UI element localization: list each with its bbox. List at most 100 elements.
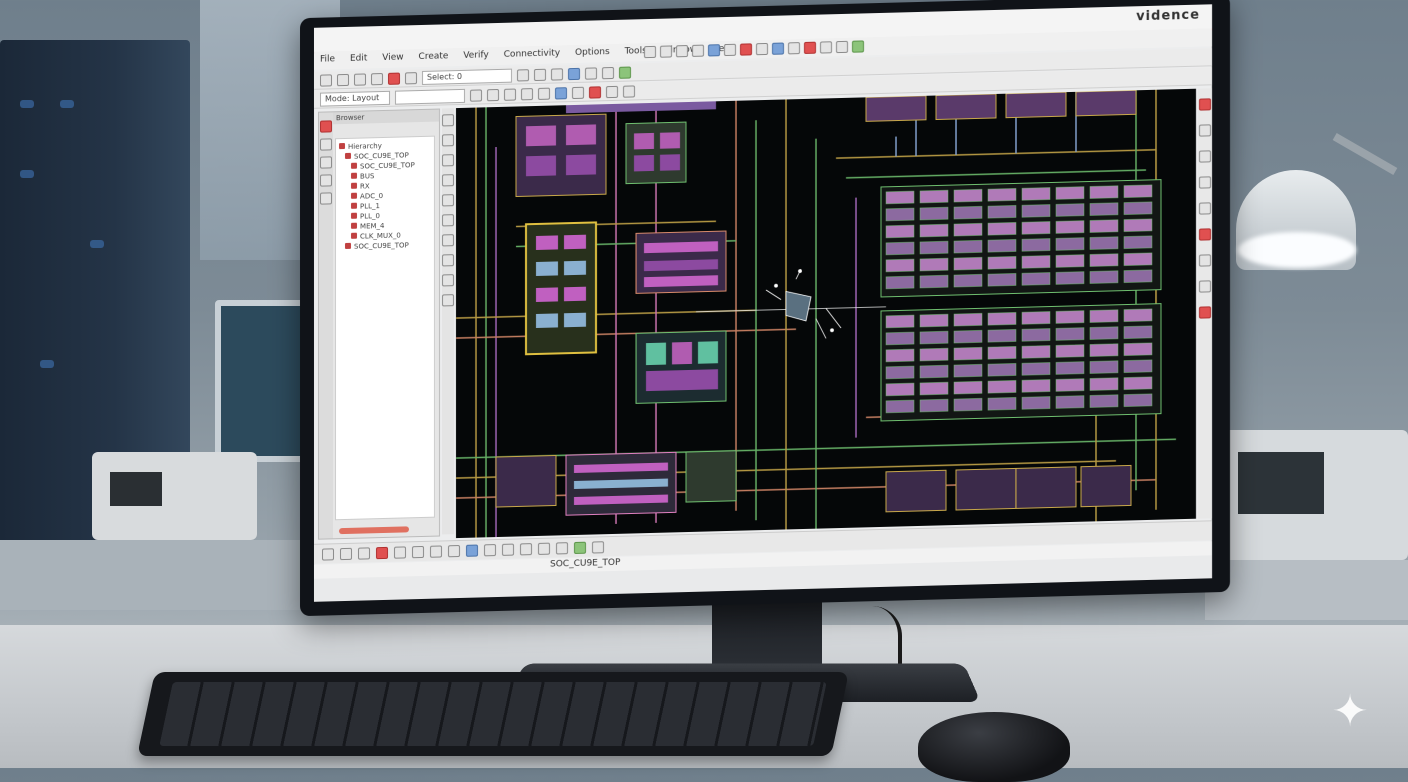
redo-icon[interactable] bbox=[836, 40, 848, 54]
filter-icon[interactable] bbox=[556, 541, 568, 554]
layer-icon[interactable] bbox=[466, 544, 478, 557]
label-icon[interactable] bbox=[572, 86, 584, 99]
pointer-icon[interactable] bbox=[470, 88, 482, 102]
pan-icon[interactable] bbox=[551, 67, 563, 81]
search-icon[interactable] bbox=[484, 543, 496, 556]
fit-icon[interactable] bbox=[538, 542, 550, 555]
copy-icon[interactable] bbox=[442, 214, 454, 227]
horizontal-scrollbar[interactable] bbox=[339, 526, 409, 535]
rotate-icon[interactable] bbox=[442, 254, 454, 267]
layer-icon[interactable] bbox=[708, 44, 720, 57]
copy-icon[interactable] bbox=[394, 545, 406, 559]
wire-icon[interactable] bbox=[487, 88, 499, 101]
memory-cell bbox=[1089, 202, 1119, 216]
marker-icon[interactable] bbox=[1199, 98, 1211, 111]
copy-icon[interactable] bbox=[405, 71, 417, 84]
print-icon[interactable] bbox=[371, 72, 383, 85]
check-icon[interactable] bbox=[574, 541, 586, 554]
layer-icon[interactable] bbox=[320, 156, 332, 169]
new-icon[interactable] bbox=[320, 73, 332, 87]
pointer-icon[interactable] bbox=[322, 547, 334, 561]
memory-cell bbox=[885, 190, 915, 205]
menu-view[interactable]: View bbox=[376, 49, 409, 66]
memory-cell bbox=[885, 382, 915, 397]
pin-icon[interactable] bbox=[442, 154, 454, 167]
monitor-cable bbox=[868, 606, 902, 666]
stop-icon[interactable] bbox=[740, 43, 752, 56]
background-bench bbox=[0, 540, 320, 610]
ruler-icon[interactable] bbox=[602, 66, 614, 79]
pointer-icon[interactable] bbox=[442, 114, 454, 127]
cut-icon[interactable] bbox=[376, 546, 388, 559]
ruler-icon[interactable] bbox=[1199, 254, 1211, 267]
menu-file[interactable]: File bbox=[314, 51, 341, 68]
memory-cell bbox=[1123, 342, 1153, 356]
layer-icon[interactable] bbox=[568, 67, 580, 80]
move-icon[interactable] bbox=[442, 234, 454, 247]
delete-icon[interactable] bbox=[442, 294, 454, 307]
save-icon[interactable] bbox=[354, 72, 366, 86]
undo-icon[interactable] bbox=[820, 41, 832, 54]
selection-combo[interactable]: Select: 0 bbox=[422, 68, 512, 85]
flip-icon[interactable] bbox=[442, 274, 454, 287]
zoom-in-icon[interactable] bbox=[660, 45, 672, 58]
layer-combo[interactable] bbox=[395, 88, 465, 105]
mode-combo[interactable]: Mode: Layout bbox=[320, 90, 390, 107]
fit-icon[interactable] bbox=[1199, 202, 1211, 215]
polygon-icon[interactable] bbox=[538, 87, 550, 100]
redo-icon[interactable] bbox=[448, 544, 460, 557]
memory-cell bbox=[1055, 327, 1085, 341]
grid-icon[interactable] bbox=[592, 540, 604, 554]
menu-edit[interactable]: Edit bbox=[344, 50, 373, 67]
save-icon[interactable] bbox=[340, 547, 352, 560]
zoom-in-icon[interactable] bbox=[1199, 150, 1211, 163]
check-icon[interactable] bbox=[852, 40, 864, 53]
label-icon[interactable] bbox=[442, 194, 454, 207]
menu-verify[interactable]: Verify bbox=[457, 47, 495, 64]
grid-icon[interactable] bbox=[724, 43, 736, 57]
instance-icon[interactable] bbox=[555, 86, 567, 99]
search-icon[interactable] bbox=[320, 174, 332, 187]
wire-icon[interactable] bbox=[442, 134, 454, 147]
ruler-icon[interactable] bbox=[756, 42, 768, 56]
via-icon[interactable] bbox=[504, 88, 516, 101]
layout-canvas[interactable] bbox=[456, 88, 1196, 539]
hierarchy-tree: Hierarchy SOC_CU9E_TOP SOC_CU9E_TOP BUS … bbox=[335, 135, 435, 521]
grid-icon[interactable] bbox=[585, 66, 597, 80]
menu-create[interactable]: Create bbox=[412, 48, 454, 65]
highlight-icon[interactable] bbox=[1199, 306, 1211, 319]
open-icon[interactable] bbox=[358, 546, 370, 560]
memory-cell bbox=[919, 381, 949, 396]
move-icon[interactable] bbox=[606, 85, 618, 98]
marker-icon[interactable] bbox=[804, 41, 816, 54]
open-icon[interactable] bbox=[337, 73, 349, 86]
undo-icon[interactable] bbox=[430, 544, 442, 558]
background-oscilloscope bbox=[1220, 430, 1408, 560]
save-icon[interactable] bbox=[772, 42, 784, 55]
pointer-icon[interactable] bbox=[644, 45, 656, 59]
zoom-out-icon[interactable] bbox=[676, 45, 688, 58]
layer-icon[interactable] bbox=[1199, 124, 1211, 137]
menu-options[interactable]: Options bbox=[569, 44, 616, 61]
rectangle-icon[interactable] bbox=[521, 87, 533, 100]
filter-icon[interactable] bbox=[320, 192, 332, 205]
zoom-out-icon[interactable] bbox=[1199, 176, 1211, 189]
zoom-in-icon[interactable] bbox=[517, 68, 529, 81]
open-icon[interactable] bbox=[788, 42, 800, 55]
close-icon[interactable] bbox=[320, 120, 332, 133]
cut-icon[interactable] bbox=[388, 72, 400, 85]
zoom-out-icon[interactable] bbox=[520, 542, 532, 555]
probe-icon[interactable] bbox=[1199, 228, 1211, 241]
delete-icon[interactable] bbox=[589, 85, 601, 99]
menu-connectivity[interactable]: Connectivity bbox=[498, 45, 566, 63]
drc-icon[interactable] bbox=[619, 66, 631, 79]
grid-icon[interactable] bbox=[1199, 280, 1211, 293]
ruler-icon[interactable] bbox=[442, 174, 454, 187]
paste-icon[interactable] bbox=[412, 545, 424, 558]
fit-icon[interactable] bbox=[692, 44, 704, 57]
zoom-out-icon[interactable] bbox=[534, 68, 546, 81]
stretch-icon[interactable] bbox=[623, 84, 635, 98]
zoom-in-icon[interactable] bbox=[502, 543, 514, 556]
pencil-icon[interactable] bbox=[320, 138, 332, 151]
tree-item[interactable]: SOC_CU9E_TOP bbox=[339, 240, 431, 252]
